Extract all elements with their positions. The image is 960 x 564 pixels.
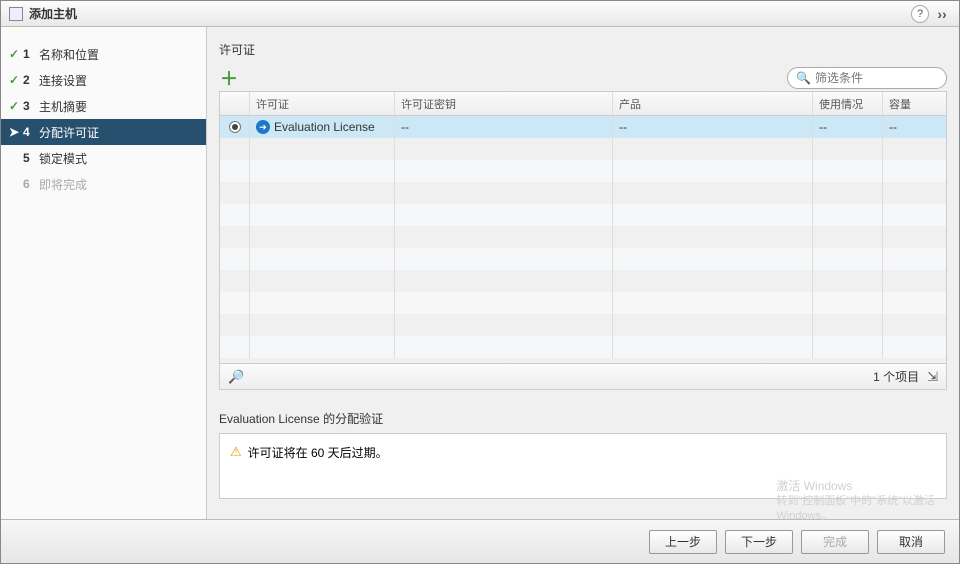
step-assign-license[interactable]: ➤ 4 分配许可证 xyxy=(1,119,206,145)
license-toolbar: ＋ 🔍 ▼ xyxy=(219,64,947,92)
table-header: 许可证 许可证密钥 产品 使用情况 容量 xyxy=(220,92,946,116)
row-radio[interactable] xyxy=(229,121,241,133)
col-select xyxy=(220,92,250,115)
step-connection[interactable]: ✓ 2 连接设置 xyxy=(1,67,206,93)
host-icon xyxy=(9,7,23,21)
search-icon: 🔍 xyxy=(796,71,811,85)
table-row xyxy=(220,314,946,336)
section-title: 许可证 xyxy=(219,41,947,58)
license-table: 许可证 许可证密钥 产品 使用情况 容量 ➔ Evaluation License… xyxy=(219,92,947,390)
add-host-wizard: 添加主机 ? ›› ✓ 1 名称和位置 ✓ 2 连接设置 ✓ 3 主机摘要 ➤ xyxy=(0,0,960,564)
table-row xyxy=(220,182,946,204)
item-count: 1 个项目 xyxy=(873,368,919,385)
table-body: ➔Evaluation License -- -- -- -- xyxy=(220,116,946,363)
step-ready: 6 即将完成 xyxy=(1,171,206,197)
add-license-button[interactable]: ＋ xyxy=(219,68,239,88)
window-title: 添加主机 xyxy=(29,5,77,22)
table-row xyxy=(220,204,946,226)
current-indicator-icon: ➤ xyxy=(9,125,23,139)
export-icon[interactable]: ⇲ xyxy=(927,369,938,385)
step-lockdown[interactable]: 5 锁定模式 xyxy=(1,145,206,171)
validation-section: Evaluation License 的分配验证 ⚠ 许可证将在 60 天后过期… xyxy=(219,410,947,499)
validation-message: 许可证将在 60 天后过期。 xyxy=(248,444,388,461)
filter-input[interactable] xyxy=(815,71,960,85)
validation-box: ⚠ 许可证将在 60 天后过期。 xyxy=(219,433,947,499)
table-row xyxy=(220,292,946,314)
titlebar: 添加主机 ? ›› xyxy=(1,1,959,27)
check-icon: ✓ xyxy=(9,73,23,87)
col-key[interactable]: 许可证密钥 xyxy=(395,92,613,115)
wizard-footer: 激活 Windows 转到"控制面板"中的"系统"以激活 Windows。 上一… xyxy=(1,519,959,563)
table-row[interactable]: ➔Evaluation License -- -- -- -- xyxy=(220,116,946,138)
find-icon[interactable]: 🔎 xyxy=(228,369,244,385)
check-icon: ✓ xyxy=(9,47,23,61)
table-row xyxy=(220,270,946,292)
table-footer: 🔎 1 个项目 ⇲ xyxy=(220,363,946,389)
col-capacity[interactable]: 容量 xyxy=(883,92,946,115)
table-row xyxy=(220,160,946,182)
step-name-location[interactable]: ✓ 1 名称和位置 xyxy=(1,41,206,67)
table-row xyxy=(220,226,946,248)
col-usage[interactable]: 使用情况 xyxy=(813,92,883,115)
wizard-steps: ✓ 1 名称和位置 ✓ 2 连接设置 ✓ 3 主机摘要 ➤ 4 分配许可证 5 xyxy=(1,27,207,519)
arrow-right-icon: ➔ xyxy=(256,120,270,134)
warning-icon: ⚠ xyxy=(230,444,242,460)
back-button[interactable]: 上一步 xyxy=(649,530,717,554)
table-row xyxy=(220,336,946,358)
cancel-button[interactable]: 取消 xyxy=(877,530,945,554)
next-button[interactable]: 下一步 xyxy=(725,530,793,554)
col-license[interactable]: 许可证 xyxy=(250,92,395,115)
license-name: Evaluation License xyxy=(274,120,375,134)
check-icon: ✓ xyxy=(9,99,23,113)
finish-button[interactable]: 完成 xyxy=(801,530,869,554)
expand-icon[interactable]: ›› xyxy=(933,5,951,23)
validation-title: Evaluation License 的分配验证 xyxy=(219,410,947,427)
table-row xyxy=(220,248,946,270)
step-summary[interactable]: ✓ 3 主机摘要 xyxy=(1,93,206,119)
table-row xyxy=(220,138,946,160)
col-product[interactable]: 产品 xyxy=(613,92,813,115)
filter-box[interactable]: 🔍 ▼ xyxy=(787,67,947,89)
help-icon[interactable]: ? xyxy=(911,5,929,23)
main-panel: 许可证 ＋ 🔍 ▼ 许可证 许可证密钥 产品 使用情况 容量 xyxy=(207,27,959,519)
